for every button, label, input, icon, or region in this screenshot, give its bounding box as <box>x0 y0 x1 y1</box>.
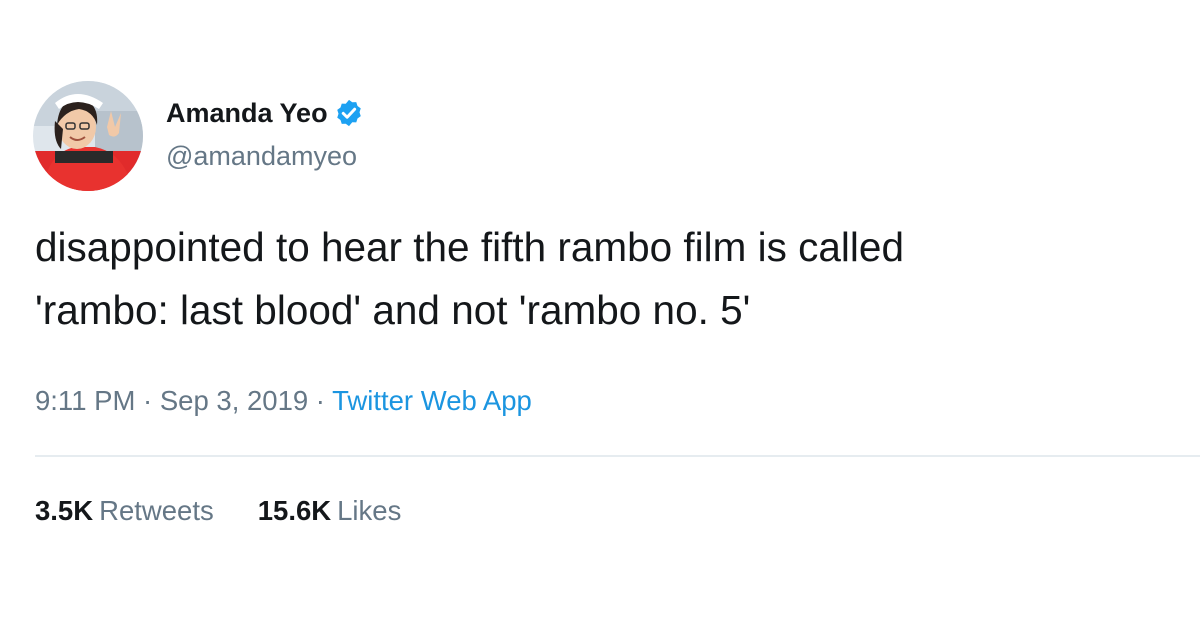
meta-separator-1: · <box>143 385 160 416</box>
tweet-source-link[interactable]: Twitter Web App <box>332 385 532 416</box>
display-name[interactable]: Amanda Yeo <box>166 98 328 129</box>
tweet-stats: 3.5K Retweets 15.6K Likes <box>35 495 445 527</box>
author-name-row[interactable]: Amanda Yeo <box>166 96 364 130</box>
tweet-meta: 9:11 PM · Sep 3, 2019 · Twitter Web App <box>35 385 532 417</box>
tweet-card: Amanda Yeo @amandamyeo disappointed to h… <box>0 0 1200 628</box>
likes-stat[interactable]: 15.6K Likes <box>258 495 402 527</box>
user-handle[interactable]: @amandamyeo <box>166 141 357 172</box>
tweet-text-line-2: 'rambo: last blood' and not 'rambo no. 5… <box>35 287 751 333</box>
divider <box>35 455 1200 457</box>
likes-label: Likes <box>337 495 402 526</box>
meta-separator-2: · <box>315 385 333 416</box>
retweets-label: Retweets <box>99 495 214 526</box>
avatar[interactable] <box>33 81 143 191</box>
verified-badge-icon <box>334 98 364 128</box>
avatar-image <box>33 81 143 191</box>
retweets-count: 3.5K <box>35 495 94 526</box>
retweets-stat[interactable]: 3.5K Retweets <box>35 495 214 527</box>
tweet-time[interactable]: 9:11 PM <box>35 385 135 416</box>
likes-count: 15.6K <box>257 495 332 526</box>
tweet-text: disappointed to hear the fifth rambo fil… <box>35 216 1175 342</box>
tweet-text-line-1: disappointed to hear the fifth rambo fil… <box>35 224 904 270</box>
tweet-date[interactable]: Sep 3, 2019 <box>160 385 308 416</box>
